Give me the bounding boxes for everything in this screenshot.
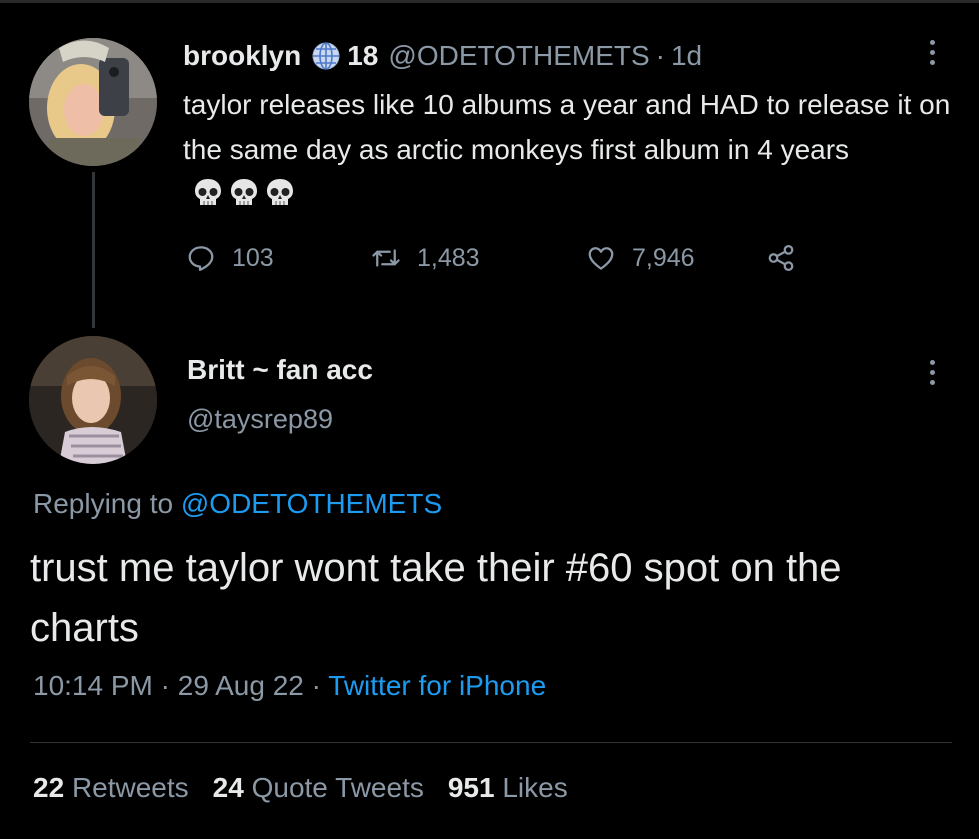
separator-dot: · [160, 670, 170, 701]
skull-icon [195, 179, 221, 205]
replying-to-label: Replying to [33, 488, 181, 519]
replying-to-mention[interactable]: @ODETOTHEMETS [181, 488, 442, 519]
tweet-client-link[interactable]: Twitter for iPhone [328, 670, 546, 701]
quote-tweets-label: Quote Tweets [251, 772, 424, 803]
likes-count: 951 [447, 772, 495, 803]
likes-stat[interactable]: 951 Likes [448, 772, 568, 803]
thread-line [92, 172, 95, 328]
reply-button[interactable]: 103 [186, 243, 371, 273]
parent-tweet-header: brooklyn 18 @ODETOTHEMETS · 1d [183, 36, 702, 76]
quote-tweets-stat[interactable]: 24 Quote Tweets [213, 772, 424, 803]
avatar-brooklyn[interactable] [29, 38, 157, 166]
divider [30, 742, 952, 743]
retweets-stat[interactable]: 22 Retweets [33, 772, 189, 803]
quote-tweets-count: 24 [212, 772, 244, 803]
parent-tweet-text: taylor releases like 10 albums a year an… [183, 82, 953, 217]
tweet-time[interactable]: 10:14 PM [33, 670, 153, 701]
tweet-date[interactable]: 29 Aug 22 [178, 670, 304, 701]
likes-label: Likes [502, 772, 568, 803]
retweets-label: Retweets [71, 772, 189, 803]
parent-handle[interactable]: @ODETOTHEMETS [388, 40, 649, 72]
top-border [0, 0, 979, 3]
parent-tweet-actions: 103 1,483 7,946 [186, 238, 812, 278]
reply-display-name[interactable]: Britt ~ fan acc [187, 354, 373, 386]
more-options-icon[interactable] [928, 360, 936, 385]
heart-icon [588, 247, 614, 270]
replying-to-line: Replying to @ODETOTHEMETS [33, 488, 442, 520]
avatar-britt[interactable] [29, 336, 157, 464]
globe-icon [311, 41, 341, 71]
separator-dot: · [655, 40, 665, 71]
parent-tweet-body: taylor releases like 10 albums a year an… [183, 89, 951, 165]
reply-handle[interactable]: @taysrep89 [187, 404, 333, 435]
tweet-metadata: 10:14 PM · 29 Aug 22 · Twitter for iPhon… [33, 670, 546, 702]
separator-dot: · [311, 670, 321, 701]
retweets-count: 22 [33, 772, 65, 803]
name-suffix: 18 [347, 40, 379, 71]
share-button[interactable] [766, 243, 812, 273]
parent-timestamp[interactable]: 1d [671, 40, 702, 72]
skull-icon [267, 179, 293, 205]
skull-emoji-group [191, 176, 297, 210]
retweet-icon [372, 249, 400, 267]
parent-display-name[interactable]: brooklyn [183, 40, 301, 72]
share-icon [768, 245, 794, 271]
like-count: 7,946 [632, 243, 695, 272]
skull-icon [231, 179, 257, 205]
reply-icon [188, 246, 214, 271]
engagement-stats: 22 Retweets 24 Quote Tweets 951 Likes [33, 772, 568, 804]
reply-count: 103 [232, 243, 274, 272]
like-button[interactable]: 7,946 [586, 243, 766, 273]
more-options-icon[interactable] [928, 40, 936, 65]
reply-tweet-text: trust me taylor wont take their #60 spot… [30, 546, 842, 650]
retweet-count: 1,483 [417, 243, 480, 272]
retweet-button[interactable]: 1,483 [371, 243, 586, 273]
